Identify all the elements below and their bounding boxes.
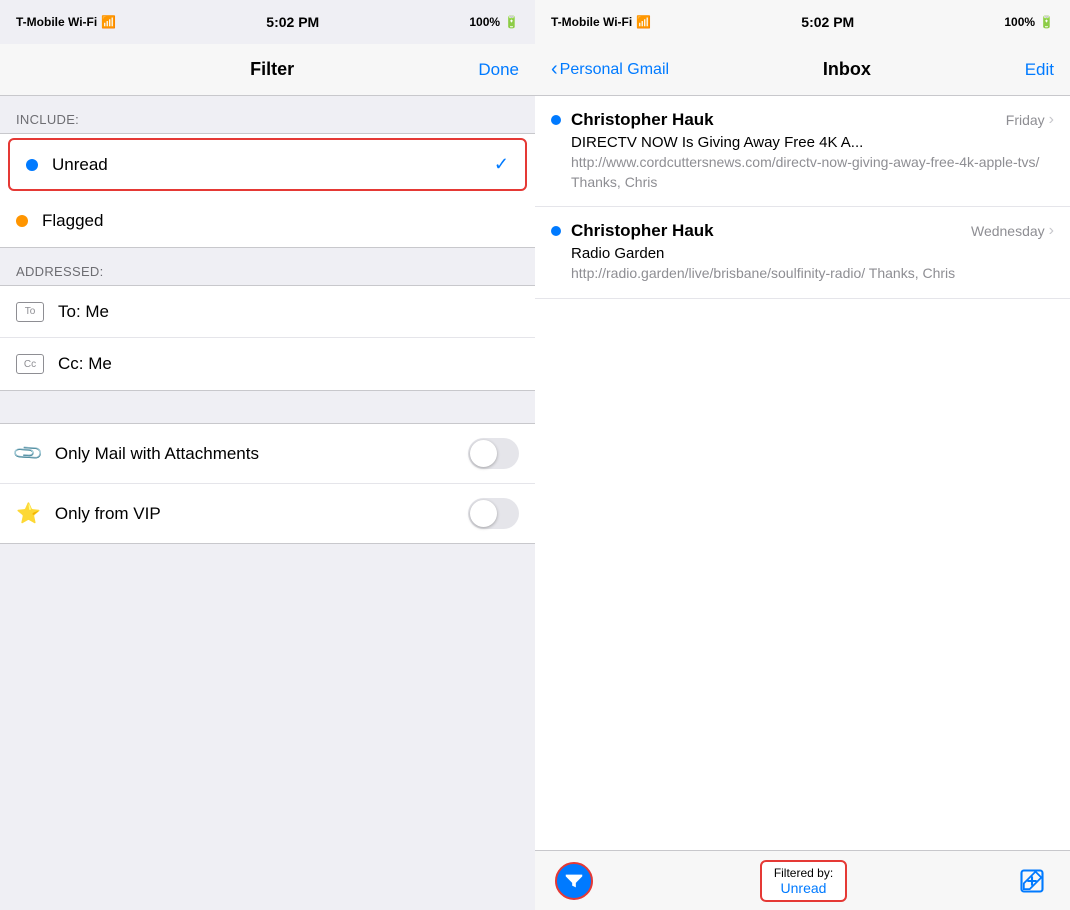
left-status-time: 5:02 PM xyxy=(266,14,319,30)
back-chevron-icon: ‹ xyxy=(551,58,558,81)
done-button[interactable]: Done xyxy=(478,60,519,80)
right-status-time: 5:02 PM xyxy=(801,14,854,30)
filter-title: Filter xyxy=(250,59,294,80)
attachments-label: Only Mail with Attachments xyxy=(55,444,468,464)
email-1-subject: DIRECTV NOW Is Giving Away Free 4K A... xyxy=(571,134,1054,151)
right-wifi-icon: 📶 xyxy=(636,15,651,29)
paperclip-icon: 📎 xyxy=(11,436,46,471)
email-1-preview: http://www.cordcuttersnews.com/directv-n… xyxy=(571,153,1054,192)
addressed-section-header: ADDRESSED: xyxy=(0,248,535,285)
cc-me-label: Cc: Me xyxy=(58,354,519,374)
right-carrier-text: T-Mobile Wi-Fi xyxy=(551,15,632,29)
email-1-date: Friday xyxy=(1006,112,1045,128)
back-label: Personal Gmail xyxy=(560,61,669,79)
right-battery-icon: 🔋 xyxy=(1039,15,1054,29)
back-button[interactable]: ‹ Personal Gmail xyxy=(551,58,669,81)
right-status-bar: T-Mobile Wi-Fi 📶 5:02 PM 100% 🔋 xyxy=(535,0,1070,44)
filtered-by-value: Unread xyxy=(774,880,833,896)
toggle-item-attachments[interactable]: 📎 Only Mail with Attachments xyxy=(0,424,535,484)
email-1-chevron-icon: › xyxy=(1049,111,1054,129)
to-icon: To xyxy=(16,302,44,322)
flagged-label: Flagged xyxy=(42,211,519,231)
left-status-right: 100% 🔋 xyxy=(469,15,519,29)
email-2-date: Wednesday xyxy=(971,223,1045,239)
email-1-unread-dot xyxy=(551,115,561,125)
filter-button[interactable] xyxy=(555,862,593,900)
filter-item-cc-me[interactable]: Cc Cc: Me xyxy=(0,338,535,390)
right-status-left: T-Mobile Wi-Fi 📶 xyxy=(551,15,651,29)
filter-nav-bar: Filter Done xyxy=(0,44,535,96)
email-list: Christopher Hauk Friday › DIRECTV NOW Is… xyxy=(535,96,1070,850)
inbox-toolbar: Filtered by: Unread xyxy=(535,850,1070,910)
email-2-unread-dot xyxy=(551,226,561,236)
filter-icon xyxy=(563,870,585,892)
email-2-subject: Radio Garden xyxy=(571,245,1054,262)
unread-label: Unread xyxy=(52,155,494,175)
email-1-header: Christopher Hauk Friday › xyxy=(551,110,1054,130)
right-status-right: 100% 🔋 xyxy=(1004,15,1054,29)
inbox-nav-bar: ‹ Personal Gmail Inbox Edit xyxy=(535,44,1070,96)
vip-toggle[interactable] xyxy=(468,498,519,529)
unread-dot xyxy=(26,159,38,171)
email-1-sender-row: Christopher Hauk xyxy=(551,110,714,130)
addressed-filter-list: To To: Me Cc Cc: Me xyxy=(0,285,535,391)
divider xyxy=(0,391,535,423)
email-item-2[interactable]: Christopher Hauk Wednesday › Radio Garde… xyxy=(535,207,1070,299)
inbox-panel: T-Mobile Wi-Fi 📶 5:02 PM 100% 🔋 ‹ Person… xyxy=(535,0,1070,910)
email-2-chevron-icon: › xyxy=(1049,222,1054,240)
include-filter-list: Unread ✓ Flagged xyxy=(0,133,535,248)
right-battery-text: 100% xyxy=(1004,15,1035,29)
compose-button[interactable] xyxy=(1014,863,1050,899)
edit-button[interactable]: Edit xyxy=(1025,60,1054,80)
filter-item-unread[interactable]: Unread ✓ xyxy=(8,138,527,191)
toggle-item-vip[interactable]: ⭐ Only from VIP xyxy=(0,484,535,543)
email-1-date-row: Friday › xyxy=(1006,111,1054,129)
flagged-dot xyxy=(16,215,28,227)
attachments-toggle[interactable] xyxy=(468,438,519,469)
filtered-by-label: Filtered by: xyxy=(774,866,833,880)
email-2-date-row: Wednesday › xyxy=(971,222,1054,240)
left-status-bar: T-Mobile Wi-Fi 📶 5:02 PM 100% 🔋 xyxy=(0,0,535,44)
email-2-header: Christopher Hauk Wednesday › xyxy=(551,221,1054,241)
filter-panel: T-Mobile Wi-Fi 📶 5:02 PM 100% 🔋 Filter D… xyxy=(0,0,535,910)
email-2-sender: Christopher Hauk xyxy=(571,221,714,241)
email-2-sender-row: Christopher Hauk xyxy=(551,221,714,241)
include-section-header: INCLUDE: xyxy=(0,96,535,133)
carrier-text: T-Mobile Wi-Fi xyxy=(16,15,97,29)
unread-checkmark: ✓ xyxy=(494,154,509,175)
battery-text: 100% xyxy=(469,15,500,29)
star-icon: ⭐ xyxy=(16,501,41,526)
inbox-title: Inbox xyxy=(823,59,871,80)
email-2-preview: http://radio.garden/live/brisbane/soulfi… xyxy=(571,264,1054,284)
compose-icon xyxy=(1018,867,1046,895)
filter-item-to-me[interactable]: To To: Me xyxy=(0,286,535,338)
filter-item-flagged[interactable]: Flagged xyxy=(0,195,535,247)
filtered-by-box: Filtered by: Unread xyxy=(760,860,847,902)
left-status-left: T-Mobile Wi-Fi 📶 xyxy=(16,15,116,29)
battery-icon: 🔋 xyxy=(504,15,519,29)
toggle-section: 📎 Only Mail with Attachments ⭐ Only from… xyxy=(0,423,535,544)
email-item-1[interactable]: Christopher Hauk Friday › DIRECTV NOW Is… xyxy=(535,96,1070,207)
email-1-sender: Christopher Hauk xyxy=(571,110,714,130)
vip-label: Only from VIP xyxy=(55,504,468,524)
cc-icon: Cc xyxy=(16,354,44,374)
wifi-icon: 📶 xyxy=(101,15,116,29)
to-me-label: To: Me xyxy=(58,302,519,322)
